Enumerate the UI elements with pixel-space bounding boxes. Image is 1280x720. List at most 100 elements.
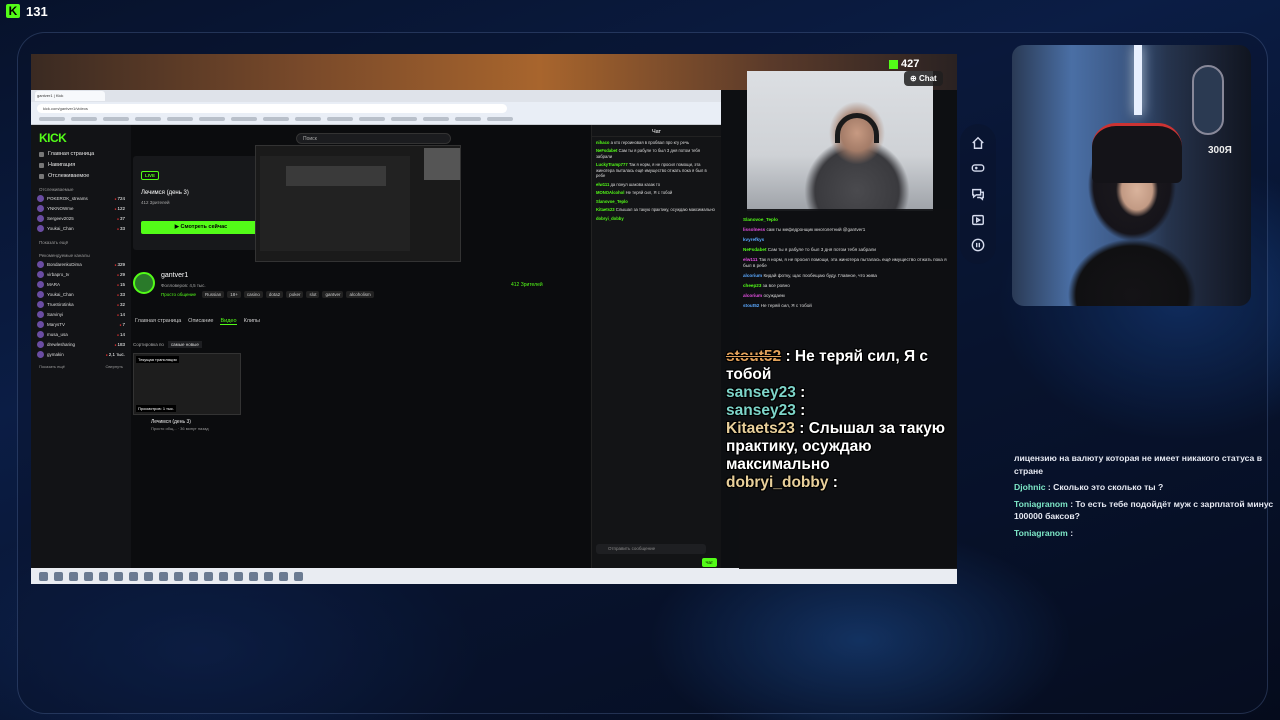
big-chat-line: sansey23 : <box>726 402 806 419</box>
channel-item[interactable]: drewlesharing 183 <box>37 341 125 348</box>
vod-title[interactable]: Лечимся (день 3) <box>151 419 191 425</box>
chat-text: да понул шакова казак то <box>610 181 661 187</box>
channel-name: Sergeev2025 <box>47 216 74 221</box>
tab-home[interactable]: Главная страница <box>135 318 181 325</box>
pause-icon[interactable] <box>970 237 986 253</box>
channel-item[interactable]: POKEROK_streams 724 <box>37 195 125 202</box>
channel-avatar <box>37 351 44 358</box>
video-icon[interactable] <box>970 212 986 228</box>
taskbar-icon[interactable] <box>174 571 183 581</box>
chat-username[interactable]: NeFsdabet <box>596 148 617 153</box>
channel-item[interactable]: Youkai_Chan 33 <box>37 225 125 232</box>
tab-about[interactable]: Описание <box>188 318 213 325</box>
watch-now-button[interactable]: ▶ Смотреть сейчас <box>141 221 261 234</box>
address-bar[interactable]: kick.com/gantver1/videos <box>37 103 507 113</box>
search-input[interactable]: Поиск <box>296 133 451 144</box>
taskbar-icon[interactable] <box>219 571 228 581</box>
nav-browse[interactable]: Навигация <box>39 162 123 168</box>
channel-name[interactable]: gantver1 <box>161 272 188 279</box>
taskbar-icon[interactable] <box>114 571 123 581</box>
channel-item[interactable]: BondarenkoDima 329 <box>37 261 125 268</box>
tab-clips[interactable]: Клипы <box>244 318 260 325</box>
chat-username[interactable]: Slanovoe_Teplo <box>743 217 778 222</box>
vod-thumbnail[interactable]: Текущая трансляция Просмотров: 1 тыс. <box>133 353 241 415</box>
taskbar-icon[interactable] <box>189 571 198 581</box>
gamepad-icon[interactable] <box>970 160 986 176</box>
chat-send-button[interactable]: Чат <box>701 558 717 567</box>
tag[interactable]: Russian <box>202 291 225 298</box>
live-card[interactable]: LIVE Лечимся (день 3) 412 Зрителей ▶ Смо… <box>133 156 263 250</box>
channel-item[interactable]: Sergeev2025 37 <box>37 215 125 222</box>
sort-select[interactable]: самые новые <box>167 341 202 348</box>
stream-preview[interactable] <box>255 145 461 262</box>
channel-avatar <box>37 195 44 202</box>
chat-username[interactable]: cheep23 <box>743 283 761 288</box>
chat-username[interactable]: alcorium <box>743 273 762 278</box>
tag[interactable]: slot <box>306 291 320 298</box>
nav-following[interactable]: Отслеживаемое <box>39 173 123 179</box>
browser-tab[interactable]: gantver1 | Kick <box>35 91 105 101</box>
channel-item[interactable]: musa_usa 14 <box>37 331 125 338</box>
tag[interactable]: casino <box>243 291 263 298</box>
chat-username[interactable]: alcorium <box>743 293 762 298</box>
collapse-link[interactable]: Свернуть <box>105 364 123 369</box>
home-icon[interactable] <box>970 135 986 151</box>
chat-message: Djohnic : Сколько это сколько ты ? <box>1014 482 1164 492</box>
taskbar-icon[interactable] <box>204 571 213 581</box>
tag[interactable]: 18+ <box>227 291 241 298</box>
chat-username[interactable]: stout52 <box>743 303 759 308</box>
chat-username[interactable]: nihaco <box>596 140 610 145</box>
taskbar-icon[interactable] <box>249 571 258 581</box>
show-more-link[interactable]: Показать ещё <box>39 240 123 245</box>
chat-text: за все ровно <box>762 282 790 288</box>
taskbar-icon[interactable] <box>129 571 138 581</box>
chat-username[interactable]: Slanovoe_Teplo <box>596 199 628 204</box>
channel-item[interactable]: MARA 15 <box>37 281 125 288</box>
tag[interactable]: dota2 <box>265 291 284 298</box>
taskbar-icon[interactable] <box>144 571 153 581</box>
chat-username[interactable]: LuckyTramp777 <box>596 162 628 167</box>
chat-message: stout52 Не теряй сил, Я с тобой <box>743 303 953 309</box>
taskbar-icon[interactable] <box>69 571 78 581</box>
taskbar-icon[interactable] <box>39 571 48 581</box>
channel-avatar[interactable] <box>133 272 155 294</box>
channel-item[interactable]: Youkai_Chan 33 <box>37 291 125 298</box>
taskbar-icon[interactable] <box>54 571 63 581</box>
chat-username[interactable]: elw111 <box>596 182 609 187</box>
chat-toggle-button[interactable]: ⊕ Chat <box>904 71 943 86</box>
chat-username[interactable]: lissolness <box>743 227 765 232</box>
taskbar-icon[interactable] <box>234 571 243 581</box>
channel-item[interactable]: Sarvinyi 14 <box>37 311 125 318</box>
channel-tags: Просто общение Russian 18+ casino dota2 … <box>161 291 374 298</box>
chat-username[interactable]: NeFsdabet <box>743 247 767 252</box>
chat-username[interactable]: dobryi_dobby <box>596 216 624 221</box>
nav-home[interactable]: Главная страница <box>39 151 123 157</box>
show-more-link-2[interactable]: Показать ещё <box>39 364 65 369</box>
channel-item[interactable]: virbapro_tv 29 <box>37 271 125 278</box>
taskbar-icon[interactable] <box>99 571 108 581</box>
chat-username[interactable]: elw111 <box>743 257 758 262</box>
tag[interactable]: poker <box>286 291 304 298</box>
chat-bubbles-icon[interactable] <box>970 186 986 202</box>
tag[interactable]: Просто общение <box>161 291 199 298</box>
channel-item[interactable]: YNKNOWme 122 <box>37 205 125 212</box>
channel-item[interactable]: MarysTV 7 <box>37 321 125 328</box>
tab-videos[interactable]: Видео <box>220 318 237 325</box>
chat-username[interactable]: MONOAlcohol <box>596 190 624 195</box>
channel-item[interactable]: TrueSirotinka 32 <box>37 301 125 308</box>
channel-item[interactable]: gymakin 2,1 тыс. <box>37 351 125 358</box>
chat-input[interactable]: Отправить сообщение <box>596 544 706 554</box>
taskbar-icon[interactable] <box>159 571 168 581</box>
chat-username[interactable]: Kitaets23 <box>596 207 615 212</box>
kick-logo-icon: K <box>6 4 20 18</box>
tag[interactable]: alcoholism <box>346 291 374 298</box>
channel-tabs: Главная страница Описание Видео Клипы <box>135 318 260 325</box>
tag[interactable]: gantver <box>322 291 344 298</box>
kick-wordmark[interactable]: KICK <box>39 131 127 145</box>
chat-text: Не теряй сил, Я с тобой <box>625 190 673 196</box>
taskbar-icon[interactable] <box>264 571 273 581</box>
taskbar-icon[interactable] <box>279 571 288 581</box>
taskbar-icon[interactable] <box>84 571 93 581</box>
taskbar-icon[interactable] <box>294 571 303 581</box>
chat-username[interactable]: kvyrefkys <box>743 237 764 242</box>
